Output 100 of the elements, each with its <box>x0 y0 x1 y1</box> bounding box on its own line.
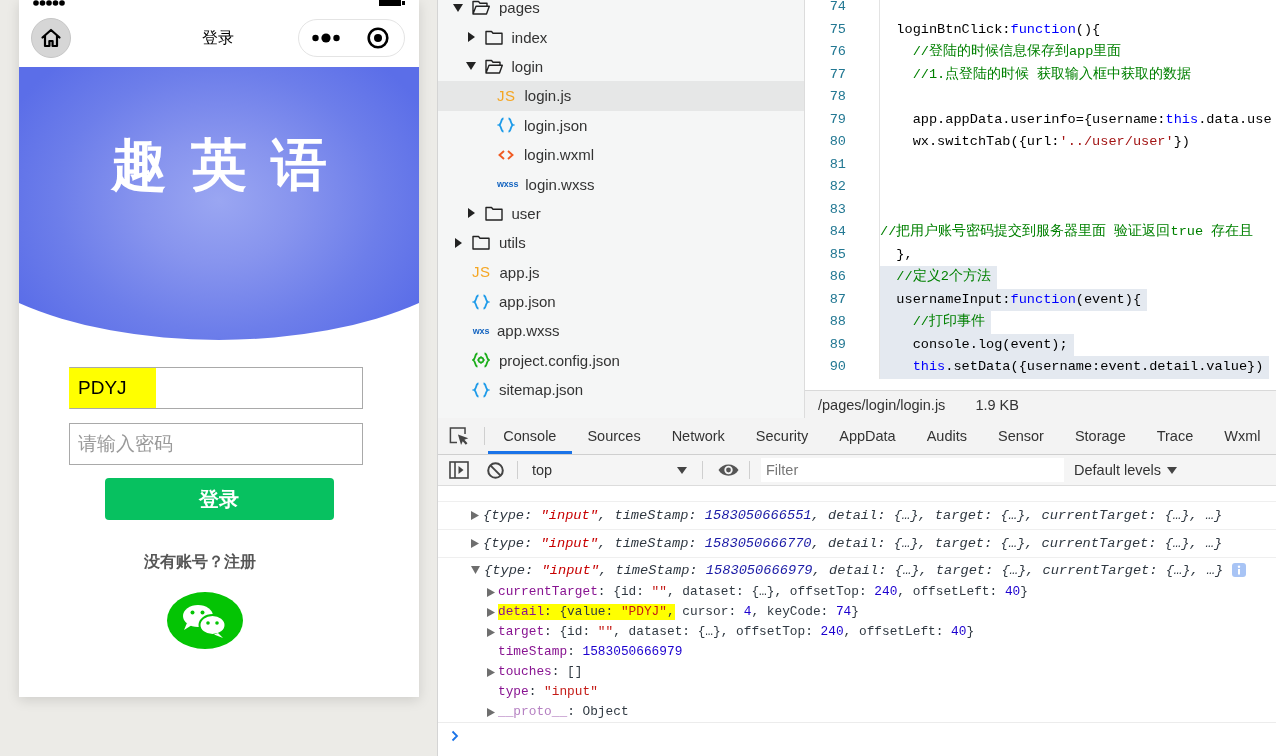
file-type-label: wxs <box>472 325 490 338</box>
sidebar-toggle-icon[interactable] <box>449 461 469 479</box>
folder-icon <box>472 235 490 251</box>
property-name: detail <box>498 604 545 620</box>
file-tree-item[interactable]: utils <box>438 228 804 258</box>
expanded-arrow-icon[interactable] <box>452 2 464 13</box>
log-entry-text: {type: "input", timeStamp: 1583050666770, detail: {…}, target: {…}, currentTarget: {…}, …} <box>483 535 1223 552</box>
more-dots-icon[interactable] <box>312 32 340 43</box>
page-title: 登录 <box>202 28 234 47</box>
line-number: 74 <box>828 0 846 16</box>
property-value: : {id: "", dataset: {…}, offsetTop: 240, offsetLeft: 40} <box>544 624 975 640</box>
home-button[interactable] <box>31 17 71 58</box>
devtools-tab[interactable]: Network <box>656 418 741 454</box>
code-line: }, <box>895 245 913 264</box>
log-entry-text: {type: "input", timeStamp: 1583050666979, detail: {…}, target: {…}, currentTarget: {…}, …} <box>484 561 1224 579</box>
log-levels-dropdown[interactable]: Default levels <box>1074 462 1178 478</box>
property-name: __proto__ <box>498 704 568 720</box>
file-tree-item[interactable]: user <box>438 198 804 229</box>
property-name: touches <box>498 664 552 680</box>
context-dropdown[interactable]: top <box>524 458 694 482</box>
register-link[interactable]: 没有账号？注册 <box>144 553 256 570</box>
signal-dots-icon <box>33 0 65 6</box>
line-number: 78 <box>828 88 846 106</box>
devtools-tab[interactable]: Wxml <box>1208 418 1276 454</box>
home-icon <box>40 26 62 49</box>
devtools-tab[interactable]: Security <box>740 418 824 454</box>
log-entry-text: {type: "input", timeStamp: 1583050666551, detail: {…}, target: {…}, currentTarget: {…}, …} <box>483 507 1223 524</box>
app-title: 趣英语 <box>110 133 351 197</box>
file-type-label: JS <box>497 87 516 104</box>
username-field[interactable]: PDYJ <box>69 367 363 409</box>
devtools-tab[interactable]: Sources <box>571 418 657 454</box>
file-tree-item[interactable]: app.json <box>438 286 804 317</box>
line-number: 83 <box>828 200 846 219</box>
line-number: 82 <box>828 178 846 196</box>
braces-icon <box>472 381 490 398</box>
line-number: 80 <box>828 133 846 151</box>
code-line: app.appData.userinfo={username:this.data.use <box>911 110 1272 129</box>
property-value: : "input" <box>528 684 598 700</box>
property-value: : Object <box>567 704 629 720</box>
prompt-chevron-icon <box>451 730 459 742</box>
property-name: type <box>498 684 529 700</box>
line-number: 89 <box>828 335 846 354</box>
devtools-tab[interactable]: Sensor <box>982 418 1060 454</box>
line-number: 85 <box>828 245 846 264</box>
code-line: wx.switchTab({url:'../user/user'}) <box>911 133 1190 151</box>
line-number: 81 <box>828 155 846 174</box>
file-tree-item[interactable]: wxs app.wxss <box>438 316 804 346</box>
braces-icon <box>472 293 490 310</box>
filter-field[interactable]: Filter <box>761 458 1064 482</box>
file-tree-item[interactable]: sitemap.json <box>438 375 804 405</box>
caret-icon <box>1167 466 1178 474</box>
line-number: 76 <box>828 43 846 61</box>
file-type-label: wxss <box>497 178 519 192</box>
devtools-tab[interactable]: Trace <box>1141 418 1209 454</box>
folder-icon <box>472 0 490 16</box>
property-name: target <box>498 624 545 640</box>
password-field[interactable]: 请输入密码 <box>69 423 363 465</box>
property-name: currentTarget <box>498 584 598 600</box>
circle-dot-icon[interactable] <box>367 26 389 49</box>
code-line: //登陆的时候信息保存到app里面 <box>911 42 1122 61</box>
file-tree-item[interactable]: project.config.json <box>438 345 804 376</box>
file-tree-item[interactable]: login.wxml <box>438 139 804 170</box>
clear-console-icon[interactable] <box>487 461 504 479</box>
file-tree-item[interactable]: JS app.js <box>438 257 804 287</box>
file-tree-item[interactable]: wxss login.wxss <box>438 169 804 199</box>
property-value: : {id: "", dataset: {…}, offsetTop: 240, offsetLeft: 40} <box>597 584 1028 600</box>
code-line: loginBtnClick:function(){ <box>895 20 1101 39</box>
expanded-arrow-icon[interactable] <box>464 61 477 72</box>
devtools-tab[interactable]: AppData <box>823 418 912 454</box>
code-line: //把用户账号密码提交到服务器里面 验证返回true 存在且 <box>880 222 1254 241</box>
line-number: 84 <box>828 223 846 241</box>
property-value: cursor: 4, keyCode: 74} <box>681 604 859 620</box>
inspect-element-icon[interactable] <box>449 426 470 446</box>
file-tree-item[interactable]: JS login.js <box>438 81 804 111</box>
line-number: 75 <box>828 20 846 39</box>
line-number: 87 <box>828 290 846 309</box>
caret-icon <box>677 466 687 474</box>
devtools-tab[interactable]: Audits <box>911 418 983 454</box>
file-tree-item[interactable]: index <box>438 22 804 52</box>
property-value: : 1583050666979 <box>567 644 683 660</box>
file-tree-item[interactable]: login.json <box>438 110 804 140</box>
line-number: 77 <box>828 65 846 84</box>
file-tree-item[interactable]: pages <box>438 0 804 23</box>
line-number: 86 <box>828 268 846 286</box>
braces-icon <box>497 117 515 134</box>
property-value: : [] <box>551 664 583 680</box>
line-number: 90 <box>828 358 846 376</box>
devtools-tab[interactable]: Storage <box>1059 418 1142 454</box>
line-number: 88 <box>828 313 846 331</box>
folder-icon <box>484 29 503 45</box>
collapsed-arrow-icon[interactable] <box>452 237 464 248</box>
property-value: : {value: "PDYJ", <box>544 604 675 620</box>
file-tree-item[interactable]: login <box>438 51 804 82</box>
braces-gear-icon <box>472 352 490 369</box>
file-type-label: JS <box>472 264 491 281</box>
eye-icon[interactable] <box>718 463 739 477</box>
line-number: 79 <box>828 110 846 129</box>
folder-icon <box>484 58 503 74</box>
battery-icon <box>379 0 405 6</box>
code-line: //1.点登陆的时候 获取输入框中获取的数据 <box>911 65 1192 84</box>
